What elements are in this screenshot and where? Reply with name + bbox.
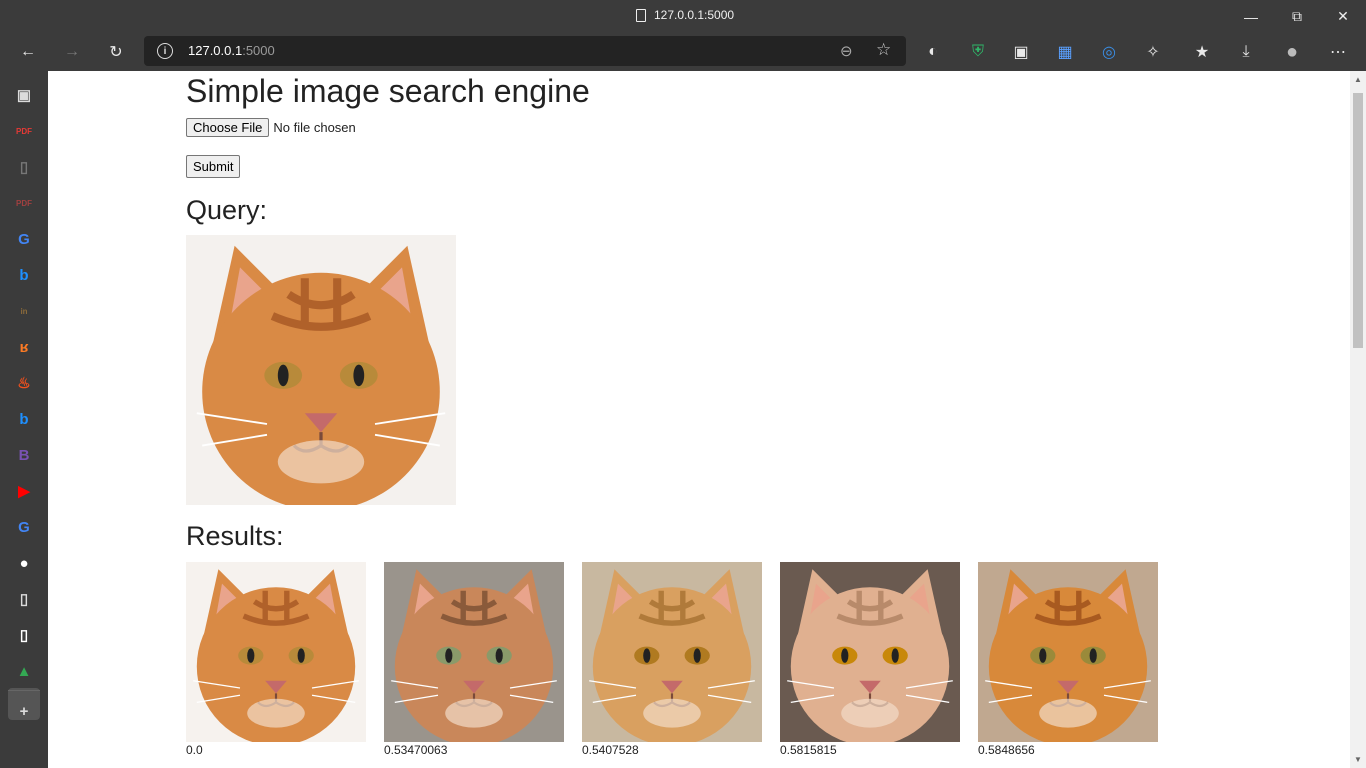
result-score: 0.53470063 — [384, 743, 448, 757]
more-menu-icon[interactable]: ⋯ — [1325, 40, 1351, 64]
result-item: 0.53470063 — [384, 562, 564, 757]
tab-title: 127.0.0.1:5000 — [636, 8, 734, 22]
bing-icon[interactable]: b — [12, 263, 36, 287]
results-heading: Results: — [186, 521, 284, 551]
extension-circle-icon[interactable]: ◎ — [1096, 40, 1122, 64]
scroll-down-icon[interactable]: ▼ — [1354, 755, 1362, 764]
result-item: 0.5407528 — [582, 562, 762, 757]
add-icon[interactable]: + — [12, 699, 36, 723]
minimize-icon[interactable]: — — [1228, 0, 1274, 33]
shield-icon[interactable]: ⛨ — [965, 40, 991, 64]
add-favorite-icon[interactable]: ☆ — [876, 40, 891, 60]
close-icon[interactable]: ✕ — [1320, 0, 1366, 33]
codepen-icon[interactable]: ♨ — [12, 371, 36, 395]
result-image — [978, 562, 1158, 742]
scroll-thumb[interactable] — [1353, 93, 1363, 348]
translate-extension-icon[interactable]: ▦ — [1052, 40, 1078, 64]
no-file-label: No file chosen — [273, 120, 356, 135]
result-image — [582, 562, 762, 742]
document-icon-selected[interactable]: ▯ — [12, 623, 36, 647]
result-score: 0.5815815 — [780, 743, 837, 757]
translate-icon[interactable]: G — [12, 515, 36, 539]
browser-toolbar: ← → ↻ i 127.0.0.1:5000 ⊖ ☆ ◐ ⛨ ▣ ▦ ◎ ✧ ★… — [0, 33, 1366, 71]
result-image — [780, 562, 960, 742]
page-title: Simple image search engine — [186, 73, 590, 109]
pdf-icon-dim[interactable]: PDF — [12, 191, 36, 215]
downloads-icon[interactable]: ⤓ — [1233, 40, 1259, 64]
page-viewport: Simple image search engine Choose File N… — [48, 71, 1350, 768]
forward-icon[interactable]: → — [59, 40, 85, 64]
profile-avatar-icon[interactable]: ● — [1279, 40, 1305, 64]
scroll-up-icon[interactable]: ▲ — [1354, 75, 1362, 84]
page-file-icon — [636, 8, 646, 22]
in-icon[interactable]: in — [12, 299, 36, 323]
result-image — [384, 562, 564, 742]
results-list: 0.0 0.53470063 0.5407528 0.5815815 0.5848656 — [186, 562, 1158, 757]
xampp-icon[interactable]: ʁ — [12, 335, 36, 359]
title-bar: 127.0.0.1:5000 — ⧉ ✕ — [0, 0, 1366, 33]
youtube-icon[interactable]: ▶ — [12, 479, 36, 503]
extensions-icon[interactable]: ✧ — [1140, 40, 1166, 64]
favorites-icon[interactable]: ★ — [1189, 40, 1215, 64]
file-input[interactable]: Choose File No file chosen — [186, 118, 356, 137]
bing-icon-2[interactable]: b — [12, 407, 36, 431]
tab-title-text: 127.0.0.1:5000 — [654, 8, 735, 22]
query-image — [186, 235, 456, 505]
extension-glasses-icon[interactable]: ▣ — [1008, 40, 1034, 64]
pdf-icon[interactable]: PDF — [12, 119, 36, 143]
google-icon[interactable]: G — [12, 227, 36, 251]
restore-icon[interactable]: ⧉ — [1274, 0, 1320, 33]
choose-file-button[interactable]: Choose File — [186, 118, 270, 137]
extension-mouse-icon[interactable]: ◐ — [920, 40, 946, 64]
result-item: 0.0 — [186, 562, 366, 757]
vertical-scrollbar[interactable]: ▲ ▼ — [1350, 71, 1366, 768]
zoom-out-icon[interactable]: ⊖ — [840, 42, 853, 60]
submit-button[interactable]: Submit — [186, 155, 241, 178]
address-bar[interactable]: i 127.0.0.1:5000 ⊖ ☆ — [144, 36, 906, 66]
result-item: 0.5815815 — [780, 562, 960, 757]
tab-actions-icon[interactable]: ▣ — [12, 83, 36, 107]
document-icon[interactable]: ▯ — [12, 587, 36, 611]
refresh-icon[interactable]: ↻ — [103, 40, 129, 64]
site-info-icon[interactable]: i — [157, 43, 173, 59]
url-text[interactable]: 127.0.0.1:5000 — [188, 43, 275, 58]
result-score: 0.5848656 — [978, 743, 1035, 757]
query-heading: Query: — [186, 195, 268, 225]
github-icon[interactable]: ● — [12, 551, 36, 575]
back-icon[interactable]: ← — [15, 40, 41, 64]
result-score: 0.0 — [186, 743, 203, 757]
result-item: 0.5848656 — [978, 562, 1158, 757]
drive-icon[interactable]: ▲ — [12, 659, 36, 683]
sidebar-divider — [8, 690, 40, 691]
result-score: 0.5407528 — [582, 743, 639, 757]
vertical-tabs-sidebar: ▣ PDF ▯ PDF Gb in ʁ ♨ b B ▶ G ● ▯ ▯ ▲ + — [0, 71, 48, 768]
bootstrap-icon[interactable]: B — [12, 443, 36, 467]
file-icon[interactable]: ▯ — [12, 155, 36, 179]
result-image — [186, 562, 366, 742]
